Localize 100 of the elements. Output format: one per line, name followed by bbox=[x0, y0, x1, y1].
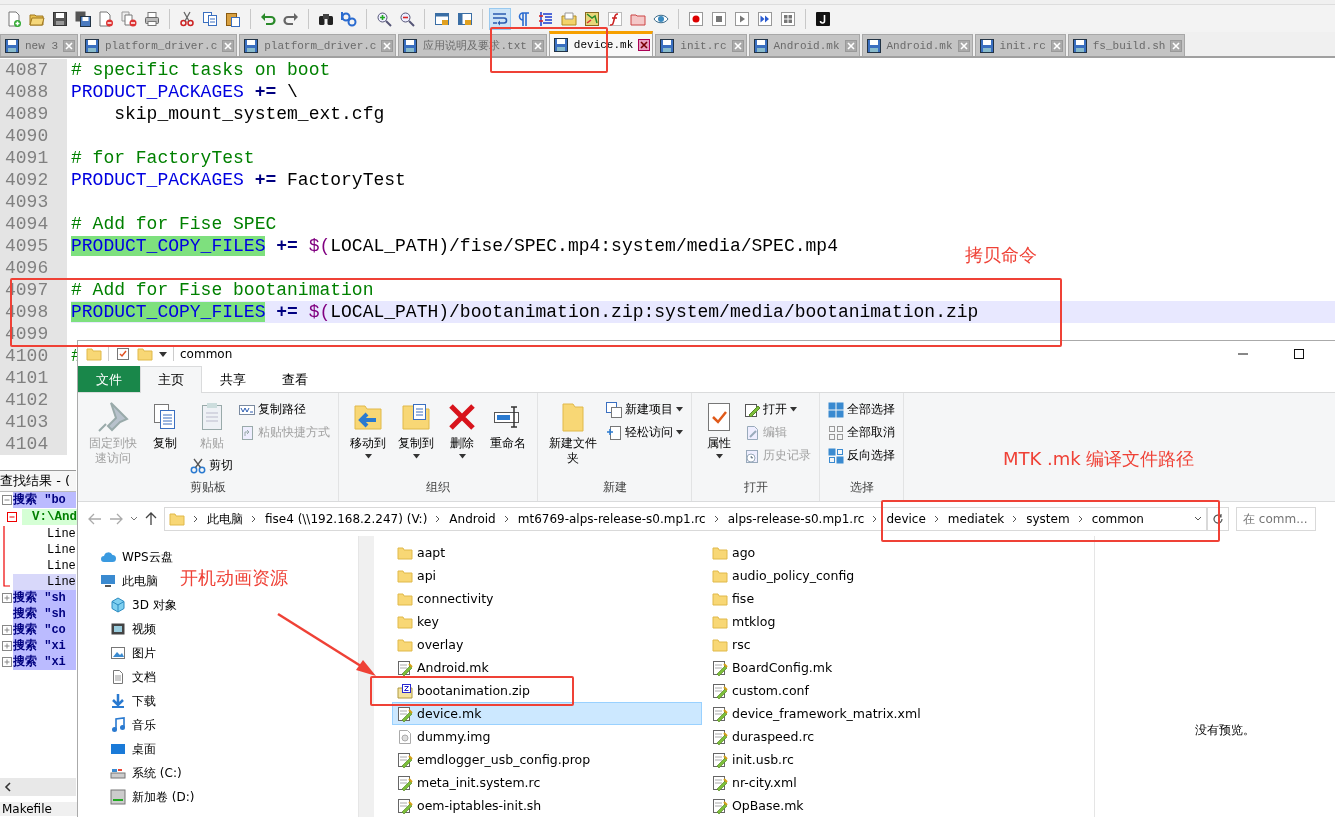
ribbon-tab[interactable]: 共享 bbox=[202, 366, 264, 392]
file-item[interactable]: dummy.img bbox=[392, 725, 500, 748]
ribbon-button[interactable]: 删除 bbox=[443, 399, 481, 461]
close-icon[interactable] bbox=[638, 39, 651, 51]
ribbon-tab[interactable]: 主页 bbox=[140, 366, 202, 393]
file-item[interactable]: device_framework_matrix.xml bbox=[707, 702, 930, 725]
collapse-icon[interactable] bbox=[6, 512, 17, 522]
zoom-out-icon[interactable] bbox=[399, 10, 415, 27]
breadcrumb-item[interactable]: fise4 (\\192.168.2.247) (V:) bbox=[265, 512, 428, 526]
ribbon-button[interactable]: 复制 bbox=[146, 399, 184, 453]
breadcrumb-item[interactable]: system bbox=[1026, 512, 1070, 526]
map-icon[interactable] bbox=[584, 10, 600, 27]
search-result-header[interactable]: 搜索 "xi bbox=[13, 638, 76, 654]
file-path[interactable]: V:\And bbox=[22, 509, 77, 525]
ribbon-button[interactable]: 复制到 bbox=[395, 399, 437, 461]
nav-item[interactable]: 桌面 bbox=[78, 737, 156, 761]
file-item[interactable]: api bbox=[392, 564, 446, 587]
search-field[interactable]: 在 comm... bbox=[1236, 507, 1316, 531]
ribbon-button[interactable]: 重命名 bbox=[487, 399, 529, 453]
breadcrumb-item[interactable]: device bbox=[886, 512, 926, 526]
forward-arrow-icon[interactable] bbox=[109, 513, 123, 525]
address-bar[interactable]: 此电脑 fise4 (\\192.168.2.247) (V:) Android mt6769-alps-release-s0.mp1.rc alps-release-s0.mp1.rc device mediatek system common bbox=[164, 507, 1207, 531]
breadcrumb-item[interactable]: Android bbox=[449, 512, 496, 526]
file-item[interactable]: emdlogger_usb_config.prop bbox=[392, 748, 600, 771]
ribbon-button[interactable]: 复制路径 bbox=[239, 399, 330, 420]
app-icon[interactable] bbox=[815, 10, 831, 27]
window-lock-icon[interactable] bbox=[457, 10, 473, 27]
breadcrumb-item[interactable]: mediatek bbox=[947, 512, 1005, 526]
close-all-icon[interactable] bbox=[121, 10, 137, 27]
ribbon-button[interactable]: 反向选择 bbox=[828, 445, 895, 466]
search-result-header[interactable]: 搜索 "sh bbox=[13, 606, 76, 622]
file-item[interactable]: custom.conf bbox=[707, 679, 818, 702]
nav-item[interactable]: 视频 bbox=[78, 617, 156, 641]
ribbon-button[interactable]: 移动到 bbox=[347, 399, 389, 461]
arrow-left-icon[interactable] bbox=[4, 782, 12, 792]
breadcrumb-item[interactable]: alps-release-s0.mp1.rc bbox=[727, 512, 865, 526]
nav-item[interactable]: 下载 bbox=[78, 689, 156, 713]
file-item[interactable]: connectivity bbox=[392, 587, 503, 610]
save-all-icon[interactable] bbox=[75, 10, 91, 27]
paste-icon[interactable] bbox=[225, 10, 241, 27]
file-item[interactable]: nr-city.xml bbox=[707, 771, 806, 794]
ribbon-button[interactable]: 轻松访问 bbox=[606, 422, 683, 443]
new-file-icon[interactable] bbox=[6, 10, 22, 27]
expand-icon[interactable] bbox=[1, 641, 12, 651]
redo-icon[interactable] bbox=[283, 10, 299, 27]
refresh-button[interactable] bbox=[1207, 507, 1229, 531]
indent-guide-icon[interactable] bbox=[538, 10, 554, 27]
ribbon-button[interactable]: 剪切 bbox=[190, 455, 233, 476]
file-item[interactable]: BoardConfig.mk bbox=[707, 656, 842, 679]
file-item[interactable]: meta_init.system.rc bbox=[392, 771, 550, 794]
result-line[interactable]: Line bbox=[13, 558, 76, 574]
file-item[interactable]: key bbox=[392, 610, 448, 633]
up-arrow-icon[interactable] bbox=[145, 512, 157, 526]
ribbon-button[interactable]: 打开 bbox=[744, 399, 811, 420]
result-line[interactable]: Line bbox=[13, 542, 76, 558]
file-item[interactable]: aapt bbox=[392, 541, 455, 564]
save-icon[interactable] bbox=[52, 10, 68, 27]
zoom-in-icon[interactable] bbox=[376, 10, 392, 27]
file-item[interactable]: duraspeed.rc bbox=[707, 725, 824, 748]
caret-icon[interactable] bbox=[1194, 516, 1202, 522]
copy-icon[interactable] bbox=[202, 10, 218, 27]
fast-forward-icon[interactable] bbox=[757, 10, 773, 27]
macro-save-icon[interactable] bbox=[780, 10, 796, 27]
file-item[interactable]: audio_policy_config bbox=[707, 564, 864, 587]
file-item[interactable]: overlay bbox=[392, 633, 473, 656]
nav-item[interactable]: 图片 bbox=[78, 641, 156, 665]
nav-item[interactable]: 文档 bbox=[78, 665, 156, 689]
printer-icon[interactable] bbox=[144, 10, 160, 27]
maximize-icon[interactable] bbox=[1293, 347, 1305, 360]
collapse-icon[interactable] bbox=[1, 495, 12, 505]
window-lock-icon[interactable] bbox=[434, 10, 450, 27]
expand-icon[interactable] bbox=[1, 625, 12, 635]
file-item[interactable]: mtklog bbox=[707, 610, 785, 633]
expand-icon[interactable] bbox=[1, 657, 12, 667]
back-arrow-icon[interactable] bbox=[88, 513, 102, 525]
scissors-icon[interactable] bbox=[179, 10, 195, 27]
expand-icon[interactable] bbox=[1, 593, 12, 603]
nav-item[interactable]: 3D 对象 bbox=[78, 593, 177, 617]
word-wrap-toggle[interactable] bbox=[489, 7, 511, 30]
file-item[interactable]: init.usb.rc bbox=[707, 748, 803, 771]
nav-item[interactable]: 此电脑 bbox=[78, 569, 158, 593]
search-result-header[interactable]: 搜索 "sh bbox=[13, 590, 76, 606]
breadcrumb-item[interactable]: 此电脑 bbox=[207, 510, 243, 528]
file-item[interactable]: fise bbox=[707, 587, 764, 610]
ribbon-button[interactable]: 全部选择 bbox=[828, 399, 895, 420]
search-result-header[interactable]: 搜索 "xi bbox=[13, 654, 76, 670]
stop-icon[interactable] bbox=[711, 10, 727, 27]
ribbon-button[interactable]: 新建文件夹 bbox=[546, 399, 600, 468]
function-list-icon[interactable] bbox=[607, 10, 623, 27]
scrollbar[interactable] bbox=[358, 536, 374, 817]
close-file-icon[interactable] bbox=[98, 10, 114, 27]
nav-item[interactable]: 系统 (C:) bbox=[78, 761, 182, 785]
nav-item[interactable]: WPS云盘 bbox=[78, 545, 173, 569]
checkbox-icon[interactable] bbox=[115, 345, 131, 362]
breadcrumb-item[interactable]: common bbox=[1091, 512, 1144, 526]
file-menu-button[interactable]: 文件 bbox=[78, 366, 140, 392]
record-icon[interactable] bbox=[688, 10, 704, 27]
file-item[interactable]: Android.mk bbox=[392, 656, 498, 679]
caret-icon[interactable] bbox=[159, 349, 167, 358]
result-line[interactable]: Line bbox=[13, 526, 76, 542]
